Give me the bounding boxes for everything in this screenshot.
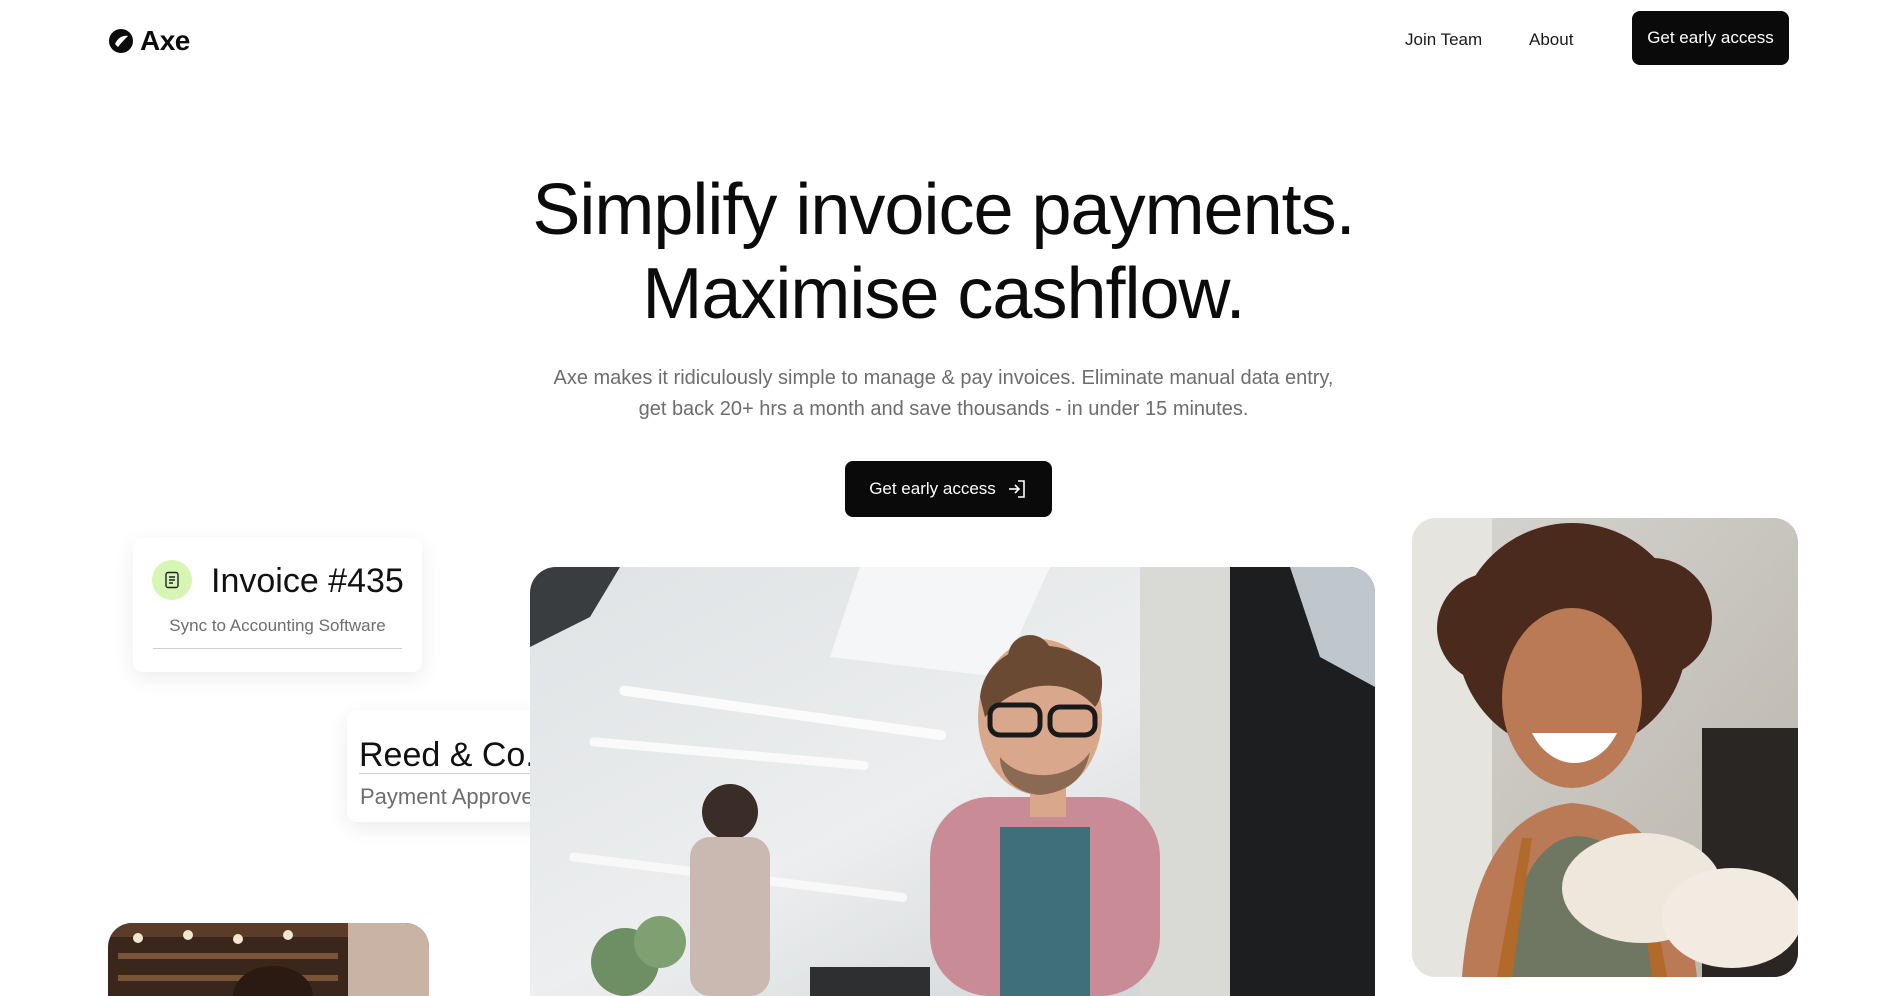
hero-title: Simplify invoice payments. Maximise cash… xyxy=(0,168,1887,336)
nav-about[interactable]: About xyxy=(1529,30,1573,50)
payment-status: Payment Approved. xyxy=(360,784,553,809)
nav-join-team[interactable]: Join Team xyxy=(1405,30,1482,50)
hero-subtitle: Axe makes it ridiculously simple to mana… xyxy=(0,363,1887,425)
hero-subtitle-line-2: get back 20+ hrs a month and save thousa… xyxy=(638,398,1249,420)
smiling-woman-photo xyxy=(1412,518,1798,977)
cafe-woman-photo xyxy=(108,923,429,996)
enter-icon xyxy=(1008,480,1025,498)
logo[interactable]: Axe xyxy=(108,25,190,57)
document-icon xyxy=(152,560,192,600)
payee-name: Reed & Co. xyxy=(359,736,535,774)
hero-subtitle-line-1: Axe makes it ridiculously simple to mana… xyxy=(553,367,1334,389)
invoice-subtitle: Sync to Accounting Software xyxy=(169,616,386,635)
axe-logo-icon xyxy=(109,29,133,53)
hero-get-early-access-button[interactable]: Get early access xyxy=(845,461,1052,517)
landing-page: Axe Join Team About Get early access Sim… xyxy=(0,0,1887,996)
hero-title-line-1: Simplify invoice payments. xyxy=(532,170,1355,250)
logo-text: Axe xyxy=(140,25,190,56)
invoice-title: Invoice #435 xyxy=(211,562,404,600)
hero-title-line-2: Maximise cashflow. xyxy=(642,254,1245,334)
hero-cta-label: Get early access xyxy=(869,479,996,498)
header-get-early-access-button[interactable]: Get early access xyxy=(1632,11,1789,65)
man-with-laptop-photo xyxy=(530,567,1375,996)
divider xyxy=(153,648,402,649)
invoice-card: Invoice #435 Sync to Accounting Software xyxy=(133,538,422,672)
